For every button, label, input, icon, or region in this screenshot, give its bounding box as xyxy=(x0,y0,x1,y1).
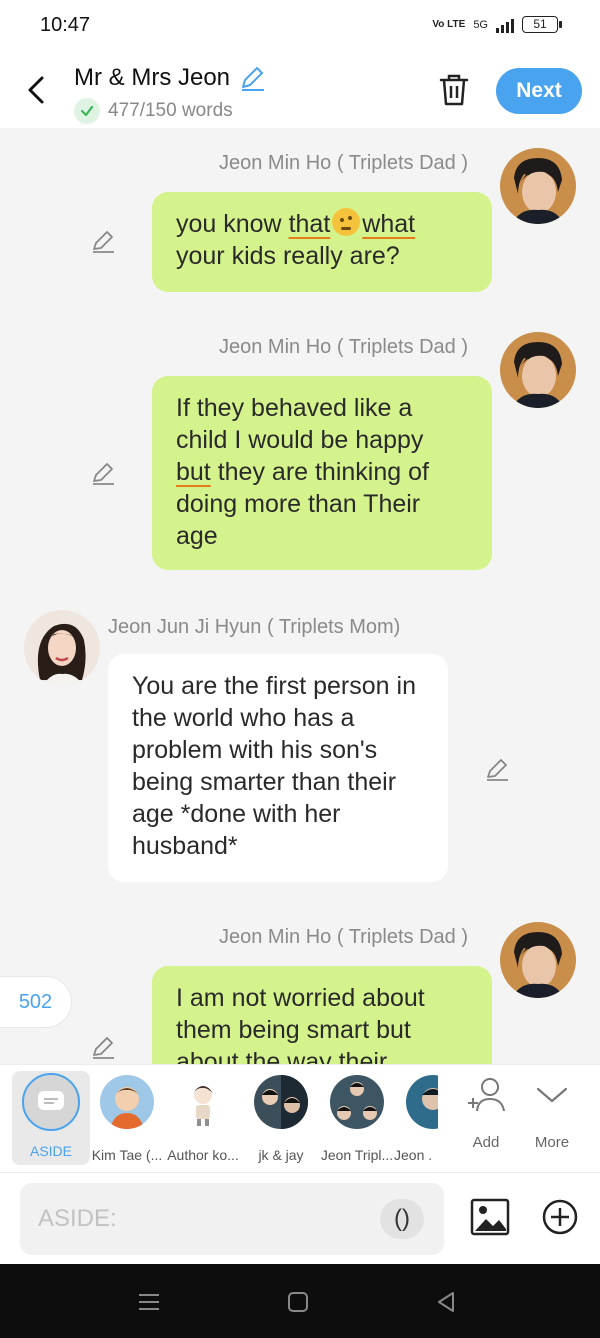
message-bubble[interactable]: You are the first person in the world wh… xyxy=(108,654,448,882)
pencil-icon[interactable] xyxy=(90,460,116,486)
menu-icon[interactable] xyxy=(137,1290,161,1314)
message-text-line: age xyxy=(176,522,218,550)
sender-name: Jeon Jun Ji Hyun ( Triplets Mom) xyxy=(108,616,401,638)
pencil-icon[interactable] xyxy=(238,64,266,92)
pencil-icon[interactable] xyxy=(90,228,116,254)
character-aside[interactable]: ASIDE xyxy=(12,1071,90,1165)
header: Mr & Mrs Jeon 477/150 words Next xyxy=(0,52,600,128)
avatar-dad[interactable] xyxy=(500,332,576,408)
character-item[interactable]: Kim Tae (... xyxy=(88,1071,166,1165)
sender-name: Jeon Min Ho ( Triplets Dad ) xyxy=(219,152,468,174)
character-label: jk & jay xyxy=(258,1147,304,1163)
next-button[interactable]: Next xyxy=(496,68,582,114)
character-item[interactable]: Jeon Tripl... xyxy=(318,1071,396,1165)
character-avatar xyxy=(100,1075,154,1129)
message-input-box[interactable]: () xyxy=(20,1183,444,1255)
add-label: Add xyxy=(472,1134,500,1151)
check-icon xyxy=(74,98,100,124)
sender-name: Jeon Min Ho ( Triplets Dad ) xyxy=(219,926,468,948)
back-triangle-icon[interactable] xyxy=(434,1290,458,1314)
message-text: You are the first person in the world wh… xyxy=(132,672,416,860)
avatar-dad[interactable] xyxy=(500,148,576,224)
title-row: Mr & Mrs Jeon xyxy=(74,64,266,92)
message-bubble[interactable]: you know that what your kids really are? xyxy=(152,192,492,292)
message-input[interactable] xyxy=(38,1201,378,1237)
character-avatar xyxy=(254,1075,308,1129)
character-label: Jeon . xyxy=(394,1147,433,1163)
more-label: More xyxy=(534,1134,570,1151)
plus-circle-icon[interactable] xyxy=(540,1197,580,1237)
character-label: Author ko... xyxy=(167,1147,239,1163)
message-text-line: your kids really are? xyxy=(176,242,400,270)
aside-avatar xyxy=(22,1073,80,1131)
avatar-mom[interactable] xyxy=(24,610,100,686)
character-label: ASIDE xyxy=(29,1143,72,1159)
message-text-line: child I would be happy xyxy=(176,426,424,454)
character-item[interactable]: jk & jay xyxy=(242,1071,320,1165)
spell-flag: but xyxy=(176,458,211,486)
home-icon[interactable] xyxy=(286,1290,310,1314)
status-time: 10:47 xyxy=(40,14,91,36)
character-item[interactable]: Author ko... xyxy=(164,1071,242,1165)
story-title: Mr & Mrs Jeon xyxy=(74,64,231,91)
message-text: you know that what xyxy=(176,208,416,238)
message-text-line: doing more than Their xyxy=(176,490,421,518)
message-text: I am not worried about them being smart … xyxy=(176,984,425,1064)
battery-icon: 51 xyxy=(522,16,562,33)
pencil-icon[interactable] xyxy=(484,756,510,782)
battery-level: 51 xyxy=(533,17,547,31)
chevron-left-icon xyxy=(28,76,44,104)
character-avatar xyxy=(406,1075,438,1129)
volte-indicator: Vo LTE xyxy=(432,19,466,30)
trash-icon xyxy=(439,74,469,106)
back-button[interactable] xyxy=(20,70,54,110)
character-strip: ASIDE Kim Tae (... Author ko... jk & jay… xyxy=(0,1064,600,1172)
add-character-button[interactable]: Add xyxy=(456,1075,516,1151)
word-count-row: 477/150 words xyxy=(74,98,233,124)
character-avatar xyxy=(330,1075,384,1129)
parentheses-button[interactable]: () xyxy=(380,1199,424,1239)
delete-button[interactable] xyxy=(436,70,472,110)
chat-area[interactable]: Jeon Min Ho ( Triplets Dad ) you know th… xyxy=(0,128,600,1064)
character-label: Jeon Tripl... xyxy=(320,1147,394,1163)
input-row: () xyxy=(0,1172,600,1264)
character-item[interactable]: Jeon . xyxy=(394,1071,438,1165)
more-button[interactable]: More xyxy=(522,1075,582,1151)
chevron-down-icon xyxy=(536,1087,568,1103)
sender-name: Jeon Min Ho ( Triplets Dad ) xyxy=(219,336,468,358)
message-bubble[interactable]: If they behaved like a child I would be … xyxy=(152,376,492,570)
avatar-dad[interactable] xyxy=(500,922,576,998)
spell-flag: that what xyxy=(288,208,416,238)
word-counter-badge[interactable]: 502 xyxy=(0,976,72,1028)
character-label: Kim Tae (... xyxy=(91,1147,163,1163)
add-person-icon xyxy=(468,1078,505,1112)
message-bubble[interactable]: I am not worried about them being smart … xyxy=(152,966,492,1064)
character-avatar xyxy=(176,1075,230,1129)
network-type: 5G xyxy=(473,18,488,31)
image-icon[interactable] xyxy=(470,1197,510,1237)
signal-icon xyxy=(496,17,514,33)
word-count: 477/150 words xyxy=(108,100,233,121)
message-text-line: but they are thinking of xyxy=(176,458,429,486)
pencil-icon[interactable] xyxy=(90,1034,116,1060)
status-bar: 10:47 Vo LTE 5G 51 xyxy=(0,0,600,52)
raised-eyebrow-emoji xyxy=(332,208,361,236)
speech-bubble-icon xyxy=(38,1091,64,1110)
status-icons: Vo LTE 5G 51 xyxy=(432,16,562,33)
message-text-line: If they behaved like a xyxy=(176,394,413,422)
system-nav-bar xyxy=(0,1264,600,1338)
